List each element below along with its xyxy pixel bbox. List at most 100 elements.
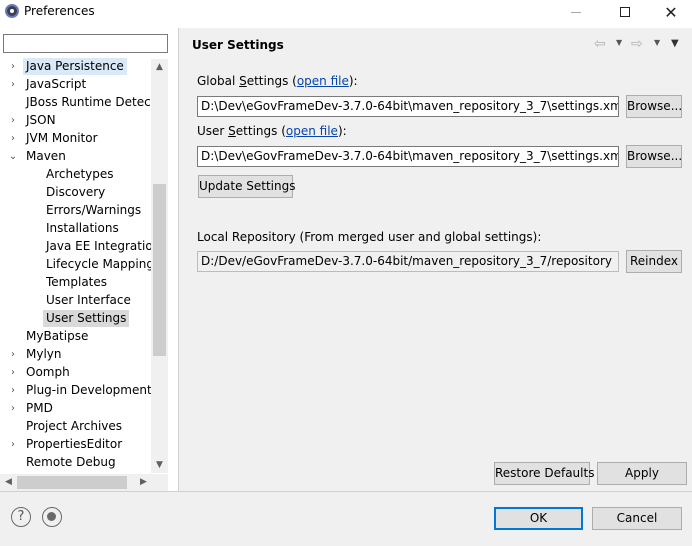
tree-item-label: Java EE Integration [46, 239, 152, 253]
maximize-icon [620, 7, 630, 17]
tree-horizontal-scrollbar[interactable]: ◀ ▶ [0, 474, 152, 491]
global-settings-label-prefix: Global [197, 74, 240, 88]
tree-item[interactable]: › Plug-in Development [0, 382, 152, 400]
tree-item-label: Templates [46, 275, 108, 289]
horizontal-scroll-thumb[interactable] [17, 476, 127, 489]
tree-item[interactable]: Lifecycle Mappings [0, 256, 152, 274]
page-body: Global Settings (open file): D:\Dev\eGov… [179, 64, 692, 491]
scroll-right-icon[interactable]: ▶ [135, 474, 152, 491]
tree-item-label: Archetypes [46, 167, 114, 181]
tree-item[interactable]: Discovery [0, 184, 152, 202]
minimize-button[interactable] [553, 0, 599, 24]
tree-item-label: Remote Debug [26, 455, 116, 469]
filter-input[interactable] [3, 34, 168, 53]
tree-item-label: JSON [26, 113, 56, 127]
tree-item-label: Plug-in Development [26, 383, 152, 397]
tree-item-label: Errors/Warnings [46, 203, 142, 217]
tree-item-label: Installations [46, 221, 119, 235]
user-settings-label-prefix: User [197, 124, 229, 138]
global-settings-mnemonic: S [239, 74, 247, 88]
user-settings-label: User Settings (open file): [197, 124, 347, 138]
scroll-down-icon[interactable]: ▼ [151, 457, 168, 473]
tree-item[interactable]: Java EE Integration [0, 238, 152, 256]
tree-item[interactable]: Remote Debug [0, 454, 152, 472]
record-macro-icon[interactable] [42, 507, 62, 527]
tree-item[interactable]: Archetypes [0, 166, 152, 184]
user-settings-field[interactable]: D:\Dev\eGovFrameDev-3.7.0-64bit\maven_re… [197, 146, 619, 167]
user-browse-button[interactable]: Browse... [626, 145, 682, 168]
back-dropdown-icon[interactable]: ▼ [616, 38, 622, 47]
chevron-right-icon[interactable]: › [8, 400, 18, 418]
tree-item-label: User Interface [46, 293, 131, 307]
tree-item[interactable]: MyBatipse [0, 328, 152, 346]
global-settings-label-suffix: ): [348, 74, 358, 88]
view-menu-icon[interactable]: ▼ [671, 38, 679, 49]
tree-item[interactable]: JBoss Runtime Detectio [0, 94, 152, 112]
ok-button[interactable]: OK [494, 507, 583, 530]
user-settings-label-suffix: ): [337, 124, 347, 138]
tree-item[interactable]: User Settings [0, 310, 152, 328]
user-settings-open-file-link[interactable]: open file [286, 124, 338, 138]
tree-item-label: Oomph [26, 365, 70, 379]
tree-item-label: PropertiesEditor [26, 437, 123, 451]
tree-item[interactable]: ⌄ Maven [0, 148, 152, 166]
title-bar: Preferences ✕ [0, 0, 692, 24]
chevron-right-icon[interactable]: › [8, 130, 18, 148]
preference-tree: › Java Persistence › JavaScript JBoss Runtim… [0, 58, 152, 476]
reindex-button[interactable]: Reindex [626, 250, 682, 273]
tree-item-label: JBoss Runtime Detectio [26, 95, 152, 109]
window-title: Preferences [24, 4, 95, 18]
apply-button[interactable]: Apply [597, 462, 687, 485]
global-browse-button[interactable]: Browse... [626, 95, 682, 118]
tree-item-label: Discovery [46, 185, 106, 199]
tree-item[interactable]: › PropertiesEditor [0, 436, 152, 454]
tree-item[interactable]: › Java Persistence [0, 58, 152, 76]
maximize-button[interactable] [602, 0, 648, 24]
page-header: User Settings ⇦ ▼ ⇨ ▼ ▼ [179, 28, 692, 64]
tree-item-label: User Settings [43, 310, 130, 327]
vertical-scroll-thumb[interactable] [153, 184, 166, 356]
chevron-right-icon[interactable]: › [8, 76, 18, 94]
page-title: User Settings [192, 38, 284, 52]
tree-item[interactable]: › JVM Monitor [0, 130, 152, 148]
tree-item[interactable]: › PMD [0, 400, 152, 418]
help-icon[interactable]: ? [11, 507, 31, 527]
close-button[interactable]: ✕ [648, 0, 692, 24]
tree-item-label: PMD [26, 401, 53, 415]
restore-defaults-button[interactable]: Restore Defaults [494, 462, 594, 485]
tree-item[interactable]: Templates [0, 274, 152, 292]
tree-item-label: JVM Monitor [26, 131, 98, 145]
tree-item[interactable]: › Mylyn [0, 346, 152, 364]
forward-arrow-icon[interactable]: ⇨ [631, 36, 643, 52]
chevron-right-icon[interactable]: › [8, 436, 18, 454]
tree-item[interactable]: › JSON [0, 112, 152, 130]
tree-item[interactable]: › JavaScript [0, 76, 152, 94]
global-settings-open-file-link[interactable]: open file [297, 74, 349, 88]
tree-item[interactable]: Errors/Warnings [0, 202, 152, 220]
tree-vertical-scrollbar[interactable]: ▲ ▼ [151, 59, 168, 473]
global-settings-field[interactable]: D:\Dev\eGovFrameDev-3.7.0-64bit\maven_re… [197, 96, 619, 117]
back-arrow-icon[interactable]: ⇦ [594, 36, 606, 52]
tree-item-label: Lifecycle Mappings [46, 257, 152, 271]
chevron-right-icon[interactable]: › [8, 346, 18, 364]
chevron-right-icon[interactable]: › [8, 112, 18, 130]
tree-item[interactable]: › Oomph [0, 364, 152, 382]
tree-item-label: MyBatipse [26, 329, 89, 343]
scroll-up-icon[interactable]: ▲ [151, 59, 168, 75]
tree-item-label: JavaScript [26, 77, 87, 91]
close-icon: ✕ [664, 2, 678, 22]
cancel-button[interactable]: Cancel [592, 507, 682, 530]
global-settings-label-rest: ettings ( [246, 74, 297, 88]
chevron-right-icon[interactable]: › [8, 364, 18, 382]
chevron-down-icon[interactable]: ⌄ [8, 148, 18, 166]
forward-dropdown-icon[interactable]: ▼ [654, 38, 660, 47]
chevron-right-icon[interactable]: › [8, 58, 18, 76]
chevron-right-icon[interactable]: › [8, 382, 18, 400]
scrollbar-corner [152, 474, 168, 491]
tree-item[interactable]: User Interface [0, 292, 152, 310]
tree-item[interactable]: Installations [0, 220, 152, 238]
minimize-icon [571, 11, 581, 13]
update-settings-button[interactable]: Update Settings [198, 175, 296, 198]
tree-item[interactable]: Project Archives [0, 418, 152, 436]
scroll-left-icon[interactable]: ◀ [0, 474, 17, 491]
